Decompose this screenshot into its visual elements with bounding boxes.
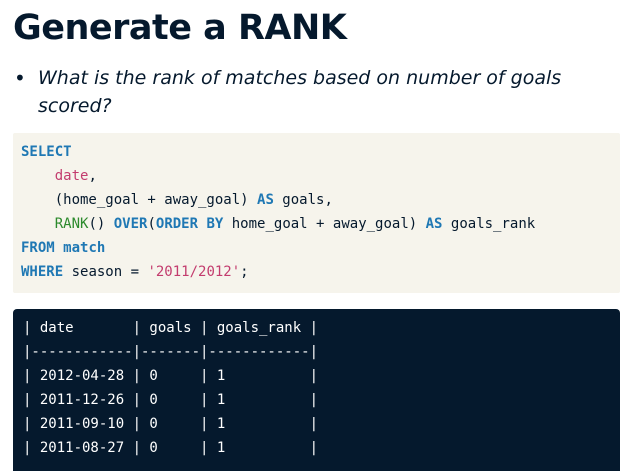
result-header: | date | goals | goals_rank |	[23, 320, 319, 336]
function-rank: RANK	[54, 216, 89, 232]
query-result-block: | date | goals | goals_rank | |---------…	[13, 309, 620, 471]
code-line-5: FROM match	[21, 236, 105, 260]
question-text: What is the rank of matches based on num…	[38, 67, 562, 117]
keyword-over: OVER	[113, 216, 148, 232]
keyword-as: AS	[257, 192, 274, 208]
code-line-6: WHERE season = '2011/2012';	[21, 264, 249, 280]
result-row: | 2011-09-10 | 0 | 1 |	[23, 416, 319, 432]
code-line-4: RANK() OVER(ORDER BY home_goal + away_go…	[54, 216, 536, 232]
string-literal: '2011/2012'	[147, 264, 241, 280]
keyword-as: AS	[425, 216, 443, 232]
table-name: match	[63, 240, 106, 256]
result-separator: |------------|-------|------------|	[23, 344, 319, 360]
keyword-order-by: ORDER BY	[155, 216, 224, 232]
code-line-1: SELECT	[21, 140, 72, 164]
keyword-where: WHERE	[21, 264, 64, 280]
keyword-select: SELECT	[21, 144, 72, 160]
result-row: | 2012-04-28 | 0 | 1 |	[23, 368, 319, 384]
code-line-3: (home_goal + away_goal) AS goals,	[54, 192, 333, 208]
result-row: | 2011-12-26 | 0 | 1 |	[23, 392, 319, 408]
sql-code-block: SELECT date, (home_goal + away_goal) AS …	[13, 133, 620, 293]
slide-title: Generate a RANK	[13, 8, 347, 48]
column-date: date	[54, 168, 89, 184]
code-line-2: date,	[54, 168, 97, 184]
keyword-from: FROM	[21, 240, 55, 256]
bullet-marker: •	[14, 66, 26, 90]
result-row: | 2011-08-27 | 0 | 1 |	[23, 440, 319, 456]
